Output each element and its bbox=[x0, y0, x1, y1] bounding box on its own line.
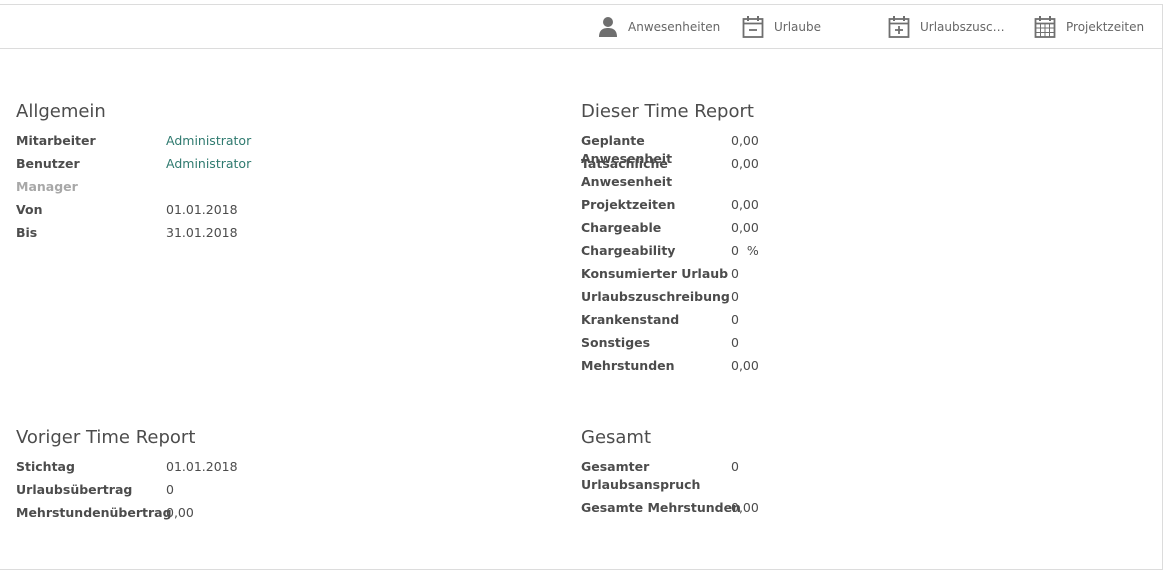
mitarbeiter-link[interactable]: Administrator bbox=[166, 132, 251, 150]
field-label: Mitarbeiter bbox=[16, 133, 96, 148]
field-label: Gesamte Mehrstunden bbox=[581, 500, 741, 515]
calendar-plus-icon bbox=[888, 15, 910, 38]
field-label: Projektzeiten bbox=[581, 197, 676, 212]
field-value: 0,00 bbox=[731, 133, 759, 148]
gesamt-title: Gesamt bbox=[581, 427, 652, 448]
field-label: Stichtag bbox=[16, 459, 75, 474]
field-label: Sonstiges bbox=[581, 335, 651, 350]
voriger-time-report-title: Voriger Time Report bbox=[16, 427, 196, 448]
projektzeiten-label: Projektzeiten bbox=[1066, 19, 1145, 34]
field-value: 0,00 bbox=[731, 358, 759, 373]
field-label: Von bbox=[16, 202, 43, 217]
field-value: 0,00 bbox=[731, 500, 759, 515]
field-label: Chargeable bbox=[581, 220, 662, 235]
field-label: Gesamter Urlaubsanspruch bbox=[581, 459, 701, 492]
calendar-minus-icon bbox=[742, 15, 764, 38]
smart-button-bar: Anwesenheiten Urlaube Urlaubszuschr... P… bbox=[0, 5, 1162, 49]
field-label: Krankenstand bbox=[581, 312, 680, 327]
urlaube-button[interactable]: Urlaube bbox=[742, 5, 821, 48]
field-value: 0 bbox=[731, 335, 739, 350]
urlaube-label: Urlaube bbox=[774, 19, 822, 34]
field-label: Chargeability bbox=[581, 243, 676, 258]
field-label: Urlaubszuschreibung bbox=[581, 289, 730, 304]
field-value: 0 bbox=[731, 289, 739, 304]
field-value: 0 % bbox=[731, 243, 759, 258]
anwesenheiten-label: Anwesenheiten bbox=[628, 19, 721, 34]
field-label: Tatsächliche Anwesenheit bbox=[581, 156, 673, 189]
field-value: 0 bbox=[166, 482, 174, 497]
calendar-grid-icon bbox=[1034, 15, 1056, 38]
form-sheet: Anwesenheiten Urlaube Urlaubszuschr... P… bbox=[0, 4, 1163, 570]
field-label: Mehrstunden bbox=[581, 358, 675, 373]
field-label: Manager bbox=[16, 179, 78, 194]
allgemein-title: Allgemein bbox=[16, 101, 106, 122]
field-value: 31.01.2018 bbox=[166, 225, 238, 240]
field-label: Konsumierter Urlaub bbox=[581, 266, 729, 281]
field-value: 01.01.2018 bbox=[166, 459, 238, 474]
user-icon bbox=[599, 16, 617, 37]
field-label: Urlaubsübertrag bbox=[16, 482, 133, 497]
field-value: 0,00 bbox=[731, 197, 759, 212]
field-value: 0,00 bbox=[166, 505, 194, 520]
anwesenheiten-button[interactable]: Anwesenheiten bbox=[598, 5, 720, 48]
projektzeiten-button[interactable]: Projektzeiten bbox=[1034, 5, 1144, 48]
field-label: Benutzer bbox=[16, 156, 80, 171]
urlaubszuschreibung-label: Urlaubszuschr... bbox=[920, 19, 1012, 34]
field-value: 0 bbox=[731, 266, 739, 281]
benutzer-link[interactable]: Administrator bbox=[166, 155, 251, 173]
field-value: 01.01.2018 bbox=[166, 202, 238, 217]
field-value: 0 bbox=[731, 312, 739, 327]
urlaubszuschreibung-button[interactable]: Urlaubszuschr... bbox=[888, 5, 1012, 48]
field-value: 0,00 bbox=[731, 220, 759, 235]
field-label: Mehrstundenübertrag bbox=[16, 505, 172, 520]
field-value: 0 bbox=[731, 459, 739, 474]
dieser-time-report-title: Dieser Time Report bbox=[581, 101, 754, 122]
field-value: 0,00 bbox=[731, 156, 759, 171]
field-label: Bis bbox=[16, 225, 38, 240]
